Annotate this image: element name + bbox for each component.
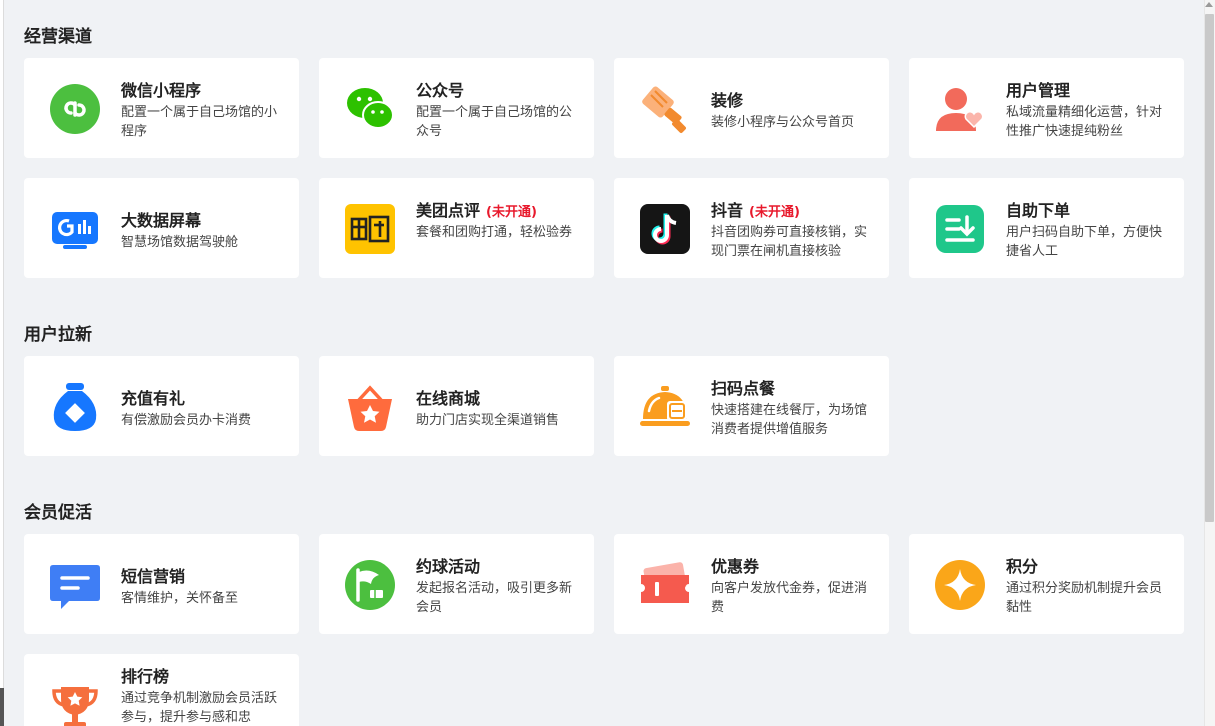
card-title: 优惠券 <box>711 557 760 576</box>
douyin-icon <box>639 203 691 255</box>
card-desc: 有偿激励会员办卡消费 <box>121 413 252 428</box>
points-icon <box>934 559 986 611</box>
data-screen-icon <box>49 203 101 255</box>
card-coupon[interactable]: 优惠券 向客户发放代金券，促进消费 <box>614 534 889 634</box>
card-desc: 助力门店实现全渠道销售 <box>416 413 560 428</box>
card-desc: 私域流量精细化运营，针对性推广快速提纯粉丝 <box>1006 105 1163 139</box>
card-recharge-gift[interactable]: 充值有礼 有偿激励会员办卡消费 <box>24 356 299 456</box>
card-title: 约球活动 <box>416 557 481 576</box>
card-online-mall[interactable]: 在线商城 助力门店实现全渠道销售 <box>319 356 594 456</box>
card-title: 短信营销 <box>121 567 186 586</box>
card-mini-program[interactable]: 微信小程序 配置一个属于自己场馆的小程序 <box>24 58 299 158</box>
card-title: 抖音 (未开通) <box>711 201 800 220</box>
money-bag-icon <box>49 381 101 433</box>
meituan-icon <box>344 203 396 255</box>
card-desc: 通过竞争机制激励会员活跃参与，提升参与感和忠 <box>121 691 278 725</box>
card-title: 自助下单 <box>1006 201 1071 220</box>
coupon-icon <box>639 559 691 611</box>
card-title: 扫码点餐 <box>711 379 776 398</box>
scroll-up-arrow-icon[interactable] <box>1205 2 1213 7</box>
shop-basket-icon <box>344 381 396 433</box>
card-desc: 用户扫码自助下单，方便快捷省人工 <box>1006 225 1163 259</box>
status-badge: (未开通) <box>486 205 537 220</box>
card-big-data-screen[interactable]: 大数据屏幕 智慧场馆数据驾驶舱 <box>24 178 299 278</box>
sms-icon <box>49 559 101 611</box>
card-points[interactable]: 积分 通过积分奖励机制提升会员黏性 <box>909 534 1184 634</box>
section-title-engagement: 会员促活 <box>24 503 92 523</box>
card-desc: 通过积分奖励机制提升会员黏性 <box>1006 581 1163 615</box>
user-heart-icon <box>934 83 986 135</box>
card-douyin[interactable]: 抖音 (未开通) 抖音团购券可直接核销，实现门票在闸机直接核验 <box>614 178 889 278</box>
card-title: 美团点评 (未开通) <box>416 201 537 220</box>
flag-icon <box>344 559 396 611</box>
card-desc: 快速搭建在线餐厅，为场馆消费者提供增值服务 <box>711 403 868 437</box>
card-ball-activity[interactable]: 约球活动 发起报名活动，吸引更多新会员 <box>319 534 594 634</box>
mini-program-icon <box>49 83 101 135</box>
status-badge: (未开通) <box>749 205 800 220</box>
card-desc: 装修小程序与公众号首页 <box>711 115 855 130</box>
card-title: 充值有礼 <box>121 389 186 408</box>
card-desc: 客情维护，关怀备至 <box>121 591 239 606</box>
card-desc: 配置一个属于自己场馆的小程序 <box>121 105 278 139</box>
dish-scan-icon <box>639 381 691 433</box>
card-title: 在线商城 <box>416 389 481 408</box>
scrollbar-thumb[interactable] <box>1205 14 1214 522</box>
wechat-icon <box>344 83 396 135</box>
card-sms-marketing[interactable]: 短信营销 客情维护，关怀备至 <box>24 534 299 634</box>
card-meituan[interactable]: 美团点评 (未开通) 套餐和团购打通，轻松验券 <box>319 178 594 278</box>
card-title: 大数据屏幕 <box>121 211 202 230</box>
card-scan-order[interactable]: 扫码点餐 快速搭建在线餐厅，为场馆消费者提供增值服务 <box>614 356 889 456</box>
section-title-channels: 经营渠道 <box>24 27 92 47</box>
self-order-icon <box>934 203 986 255</box>
card-desc: 向客户发放代金券，促进消费 <box>711 581 868 615</box>
card-leaderboard[interactable]: 排行榜 通过竞争机制激励会员活跃参与，提升参与感和忠 <box>24 654 299 726</box>
card-title: 装修 <box>711 91 744 110</box>
card-desc: 配置一个属于自己场馆的公众号 <box>416 105 573 139</box>
card-title: 公众号 <box>416 81 465 100</box>
trophy-icon <box>49 679 101 726</box>
card-official-account[interactable]: 公众号 配置一个属于自己场馆的公众号 <box>319 58 594 158</box>
card-title: 微信小程序 <box>121 81 202 100</box>
card-title: 排行榜 <box>121 667 170 686</box>
card-desc: 发起报名活动，吸引更多新会员 <box>416 581 573 615</box>
vertical-scrollbar[interactable] <box>1204 0 1215 726</box>
left-edge-dark <box>0 688 4 726</box>
card-desc: 抖音团购券可直接核销，实现门票在闸机直接核验 <box>711 225 868 259</box>
card-decoration[interactable]: 装修 装修小程序与公众号首页 <box>614 58 889 158</box>
card-title: 积分 <box>1006 557 1039 576</box>
card-desc: 套餐和团购打通，轻松验券 <box>416 225 573 240</box>
brush-icon <box>639 83 691 135</box>
card-desc: 智慧场馆数据驾驶舱 <box>121 235 239 250</box>
section-title-acquisition: 用户拉新 <box>24 325 92 345</box>
card-user-management[interactable]: 用户管理 私域流量精细化运营，针对性推广快速提纯粉丝 <box>909 58 1184 158</box>
card-self-order[interactable]: 自助下单 用户扫码自助下单，方便快捷省人工 <box>909 178 1184 278</box>
card-title: 用户管理 <box>1006 81 1071 100</box>
left-edge <box>0 0 4 726</box>
